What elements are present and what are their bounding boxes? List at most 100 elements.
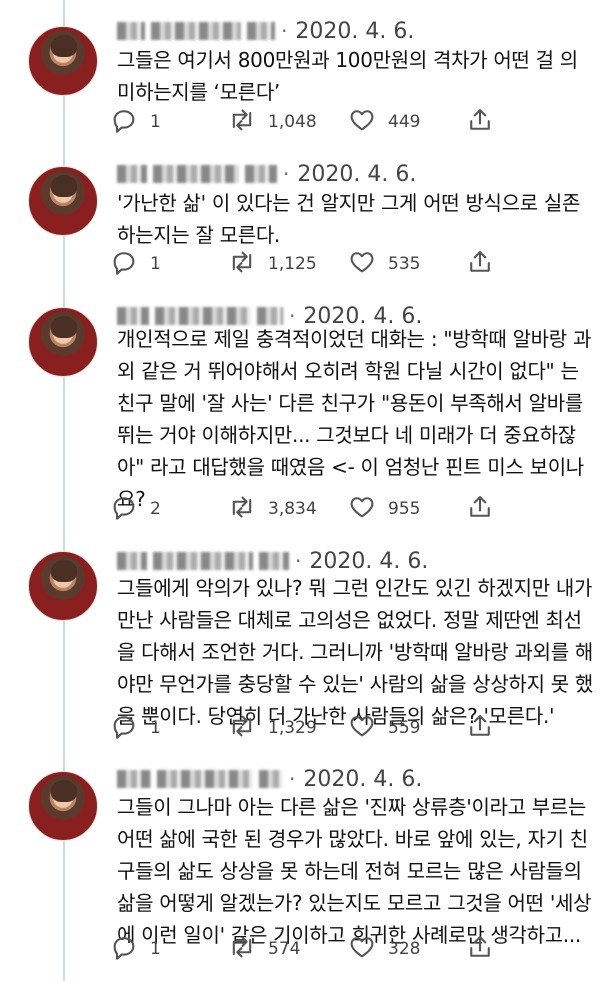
- redacted-username: [157, 770, 253, 788]
- tweet-text-line: 을 다해서 조언한 거다. 그러니까 '방학때 알바랑 과외를 해: [117, 640, 594, 664]
- redacted-username: [247, 22, 275, 40]
- tweet-text-line: 어떤 삶에 국한 된 경우가 많았다. 바로 앞에 있는, 자기 친: [117, 827, 588, 851]
- tweet-text-line: 친구 말에 '잘 사는' 다른 친구가 "용돈이 부족해서 알바를: [117, 391, 583, 415]
- tweet-header: · 2020. 4. 6.: [117, 548, 428, 574]
- separator-dot: ·: [289, 767, 296, 791]
- reply-count: 1: [150, 718, 161, 738]
- separator-dot: ·: [283, 162, 290, 186]
- share-button[interactable]: [466, 105, 494, 139]
- like-button[interactable]: 328: [348, 932, 420, 966]
- tweet-text-line: 만난 사람들은 대체로 고의성은 없었다. 정말 제딴엔 최선: [117, 608, 582, 632]
- avatar[interactable]: [28, 771, 98, 841]
- like-button[interactable]: 449: [348, 105, 420, 139]
- avatar[interactable]: [28, 307, 98, 377]
- tweet-text-line: 그들이 그나마 아는 다른 삶은 '진짜 상류층'이라고 부르는: [117, 795, 587, 819]
- redacted-username: [117, 165, 147, 183]
- avatar[interactable]: [28, 551, 98, 621]
- tweet-text-line: 개인적으로 제일 충격적이었던 대화는 : "방학때 알바랑 과: [117, 327, 592, 351]
- reply-button[interactable]: 1: [110, 247, 161, 281]
- redacted-username: [117, 22, 145, 40]
- like-count: 328: [388, 939, 421, 959]
- redacted-username: [259, 552, 289, 570]
- tweet-text-line: 야만 무언가를 충당할 수 있는' 사람의 삶을 상상하지 못 했: [117, 672, 594, 696]
- share-button[interactable]: [466, 711, 494, 745]
- tweet-actions: 1 574 328: [110, 932, 510, 966]
- heart-icon: [348, 106, 376, 139]
- share-icon: [466, 712, 494, 745]
- tweet-text: 개인적으로 제일 충격적이었던 대화는 : "방학때 알바랑 과외 같은 거 뛰…: [117, 323, 592, 515]
- reply-icon: [110, 712, 138, 745]
- share-button[interactable]: [466, 492, 494, 526]
- redacted-username: [245, 165, 277, 183]
- retweet-button[interactable]: 1,329: [228, 711, 317, 745]
- heart-icon: [348, 933, 376, 966]
- tweet-text: 그들은 여기서 800만원과 100만원의 격차가 어떤 걸 의미하는지를 ‘모…: [117, 44, 579, 108]
- reply-count: 1: [150, 112, 161, 132]
- tweet-date[interactable]: 2020. 4. 6.: [295, 19, 414, 44]
- redacted-username: [259, 770, 283, 788]
- like-button[interactable]: 955: [348, 492, 420, 526]
- reply-count: 1: [150, 254, 161, 274]
- tweet-text-line: 미하는지를 ‘모른다’: [117, 80, 280, 104]
- share-button[interactable]: [466, 932, 494, 966]
- tweet-text-line: 외 같은 거 뛰어야해서 오히려 학원 다닐 시간이 없다" 는: [117, 359, 579, 383]
- retweet-icon: [228, 933, 256, 966]
- tweet-text-line: 구들의 삶도 상상을 못 하는데 전혀 모르는 많은 사람들의: [117, 859, 582, 883]
- reply-button[interactable]: 1: [110, 932, 161, 966]
- avatar[interactable]: [28, 166, 98, 236]
- like-button[interactable]: 535: [348, 247, 420, 281]
- redacted-username: [151, 22, 241, 40]
- like-count: 449: [388, 112, 421, 132]
- tweet-date[interactable]: 2020. 4. 6.: [297, 162, 416, 187]
- separator-dot: ·: [281, 19, 288, 43]
- tweet-actions: 1 1,329 559: [110, 711, 510, 745]
- retweet-count: 1,125: [268, 254, 317, 274]
- retweet-button[interactable]: 574: [228, 932, 300, 966]
- redacted-username: [117, 770, 151, 788]
- tweet-text-line: 삶을 어떻게 알겠는가? 있는지도 모르고 그것을 어떤 '세상: [117, 891, 592, 915]
- share-button[interactable]: [466, 247, 494, 281]
- heart-icon: [348, 712, 376, 745]
- like-count: 955: [388, 499, 421, 519]
- reply-icon: [110, 106, 138, 139]
- retweet-count: 1,329: [268, 718, 317, 738]
- retweet-count: 1,048: [268, 112, 317, 132]
- tweet-text-line: '가난한 삶' 이 있다는 건 알지만 그게 어떤 방식으로 실존: [117, 191, 581, 215]
- avatar[interactable]: [28, 26, 98, 96]
- tweet-actions: 1 1,125 535: [110, 247, 510, 281]
- retweet-icon: [228, 106, 256, 139]
- share-icon: [466, 106, 494, 139]
- tweet-date[interactable]: 2020. 4. 6.: [309, 549, 428, 574]
- separator-dot: ·: [295, 549, 302, 573]
- tweet-header: · 2020. 4. 6.: [117, 161, 416, 187]
- tweet-date[interactable]: 2020. 4. 6.: [303, 767, 422, 792]
- redacted-username: [153, 552, 253, 570]
- tweet-text: 그들이 그나마 아는 다른 삶은 '진짜 상류층'이라고 부르는어떤 삶에 국한…: [117, 791, 592, 951]
- tweet-text-line: 그들에게 악의가 있나? 뭐 그런 인간도 있긴 하겠지만 내가: [117, 576, 593, 600]
- reply-count: 1: [150, 939, 161, 959]
- tweet-actions: 2 3,834 955: [110, 492, 510, 526]
- retweet-button[interactable]: 3,834: [228, 492, 317, 526]
- tweet-text-line: 아" 라고 대답했을 때였음 <- 이 엄청난 핀트 미스 보이나: [117, 455, 584, 479]
- tweet-text-line: 그들은 여기서 800만원과 100만원의 격차가 어떤 걸 의: [117, 48, 578, 72]
- redacted-username: [153, 165, 239, 183]
- share-icon: [466, 493, 494, 526]
- reply-button[interactable]: 1: [110, 105, 161, 139]
- retweet-button[interactable]: 1,125: [228, 247, 317, 281]
- heart-icon: [348, 493, 376, 526]
- reply-icon: [110, 933, 138, 966]
- retweet-count: 574: [268, 939, 301, 959]
- tweet-text: '가난한 삶' 이 있다는 건 알지만 그게 어떤 방식으로 실존 하는지는 잘 …: [117, 187, 581, 251]
- retweet-icon: [228, 248, 256, 281]
- reply-icon: [110, 248, 138, 281]
- reply-button[interactable]: 1: [110, 711, 161, 745]
- reply-button[interactable]: 2: [110, 492, 161, 526]
- retweet-button[interactable]: 1,048: [228, 105, 317, 139]
- redacted-username: [117, 552, 147, 570]
- tweet-text-line: 뛰는 거야 이해하지만... 그것보다 네 미래가 더 중요하잖: [117, 423, 576, 447]
- share-icon: [466, 248, 494, 281]
- like-count: 535: [388, 254, 421, 274]
- tweet-actions: 1 1,048 449: [110, 105, 510, 139]
- retweet-icon: [228, 712, 256, 745]
- like-button[interactable]: 559: [348, 711, 420, 745]
